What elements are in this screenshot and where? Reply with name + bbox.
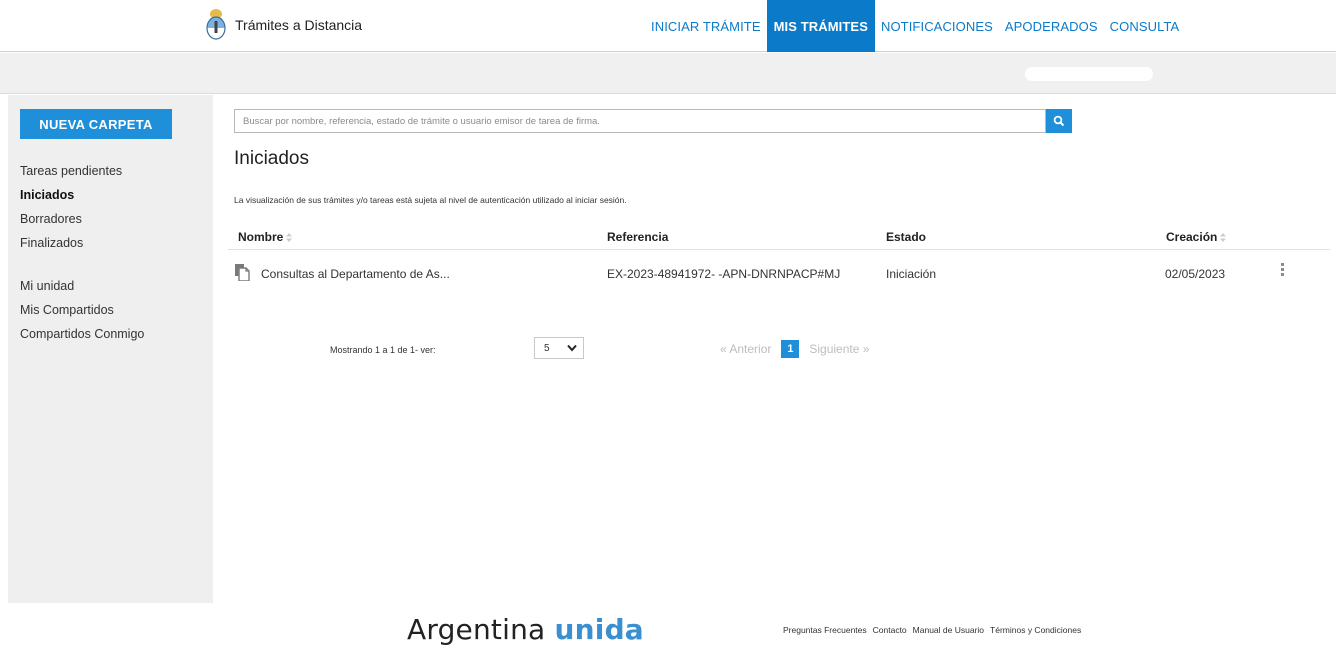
table-header: Nombre Referencia Estado Creación [228,226,1330,250]
search-button[interactable] [1046,109,1072,133]
column-label: Referencia [607,230,669,244]
page-title: Iniciados [234,148,309,169]
column-header-nombre[interactable]: Nombre [238,230,293,244]
brand-name: Trámites a Distancia [235,17,363,33]
previous-page-link[interactable]: « Anterior [720,342,771,356]
column-header-creacion[interactable]: Creación [1166,230,1227,244]
sidebar-item-iniciados[interactable]: Iniciados [20,183,144,207]
brand[interactable]: Trámites a Distancia [205,7,362,43]
chevron-down-icon [567,344,577,352]
cell-nombre[interactable]: Consultas al Departamento de As... [261,267,450,281]
argentina-coat-of-arms-icon [206,9,226,40]
page-size-select[interactable]: 5 [534,337,584,359]
sidebar-item-finalizados[interactable]: Finalizados [20,231,144,255]
column-label: Estado [886,230,927,244]
logo-word-2: unida [554,613,644,646]
nav-notificaciones[interactable]: NOTIFICACIONES [875,0,999,52]
table-row[interactable]: Consultas al Departamento de As... EX-20… [228,250,1330,295]
footer-link-preguntas-frecuentes[interactable]: Preguntas Frecuentes [783,625,867,635]
column-label: Creación [1166,230,1218,244]
sidebar-item-tareas-pendientes[interactable]: Tareas pendientes [20,159,144,183]
document-icon [235,264,250,281]
user-info-strip [0,53,1336,94]
top-navigation-bar: Trámites a Distancia INICIAR TRÁMITE MIS… [0,0,1336,52]
auth-notice: La visualización de sus trámites y/o tar… [234,195,627,205]
sidebar: NUEVA CARPETA Tareas pendientes Iniciado… [8,95,213,603]
search-icon [1053,115,1065,127]
nav-mis-tramites[interactable]: MIS TRÁMITES [766,0,875,52]
cell-creacion: 02/05/2023 [1165,267,1226,281]
footer-link-contacto[interactable]: Contacto [873,625,907,635]
main-nav: INICIAR TRÁMITE MIS TRÁMITES NOTIFICACIO… [645,0,1185,52]
current-page-button[interactable]: 1 [781,340,800,358]
pagination: « Anterior 1 Siguiente » [720,340,869,358]
sort-icon [286,232,293,242]
sidebar-item-mi-unidad[interactable]: Mi unidad [20,274,144,298]
column-label: Nombre [238,230,284,244]
column-header-estado: Estado [886,230,926,244]
user-name-redacted[interactable] [1025,67,1153,81]
sidebar-item-compartidos-conmigo[interactable]: Compartidos Conmigo [20,322,144,346]
sort-icon [1220,232,1227,242]
footer-link-terminos-y-condiciones[interactable]: Términos y Condiciones [990,625,1081,635]
cell-referencia: EX-2023-48941972- -APN-DNRNPACP#MJ [607,267,841,281]
footer-links: Preguntas Frecuentes Contacto Manual de … [783,625,1081,635]
nav-apoderados[interactable]: APODERADOS [999,0,1104,52]
footer: Argentina unida Preguntas Frecuentes Con… [0,603,1336,644]
nav-iniciar-tramite[interactable]: INICIAR TRÁMITE [645,0,767,52]
column-header-referencia: Referencia [607,230,668,244]
page-size-value: 5 [544,342,550,354]
sidebar-menu: Tareas pendientes Iniciados Borradores F… [20,159,144,346]
new-folder-button[interactable]: NUEVA CARPETA [20,109,172,139]
sidebar-item-mis-compartidos[interactable]: Mis Compartidos [20,298,144,322]
next-page-link[interactable]: Siguiente » [809,342,869,356]
results-count: Mostrando 1 a 1 de 1- ver: [330,345,436,355]
sidebar-item-borradores[interactable]: Borradores [20,207,144,231]
cell-estado: Iniciación [886,267,937,281]
search-bar [234,109,1072,133]
nav-consulta[interactable]: CONSULTA [1104,0,1186,52]
row-actions-icon[interactable] [1280,263,1286,279]
footer-link-manual-de-usuario[interactable]: Manual de Usuario [913,625,984,635]
search-input[interactable] [234,109,1046,133]
logo-word-1: Argentina [407,613,546,646]
